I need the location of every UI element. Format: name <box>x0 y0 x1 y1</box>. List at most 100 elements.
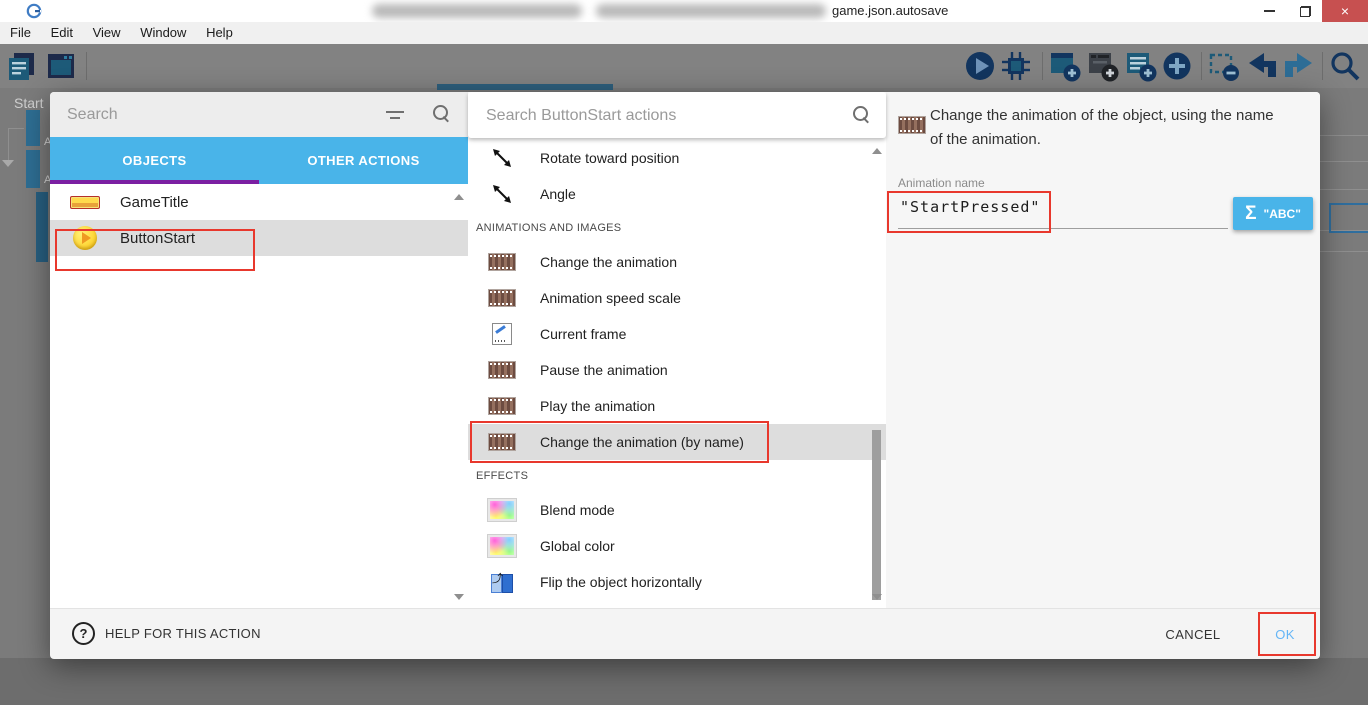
background-active-tab-indicator <box>437 84 613 90</box>
action-row-animation-speed-scale[interactable]: Animation speed scale <box>468 280 886 316</box>
action-row-blend-mode[interactable]: Blend mode <box>468 492 886 528</box>
menu-edit[interactable]: Edit <box>43 25 81 40</box>
background-row-divider <box>1320 251 1368 252</box>
action-row-flip-horizontally[interactable]: ⤴ Flip the object horizontally <box>468 564 886 600</box>
undo-icon[interactable] <box>1245 49 1279 83</box>
menu-help[interactable]: Help <box>198 25 241 40</box>
minimize-icon <box>1264 10 1275 12</box>
background-row-divider <box>1320 135 1368 136</box>
search-icon[interactable] <box>853 106 871 124</box>
tab-other-actions[interactable]: OTHER ACTIONS <box>259 137 468 184</box>
section-header-effects: EFFECTS <box>468 460 886 492</box>
event-fold-arrow-icon <box>2 160 14 167</box>
scene-editor-icon[interactable] <box>44 49 78 83</box>
menu-view[interactable]: View <box>85 25 129 40</box>
film-strip-icon <box>488 253 516 271</box>
add-circle-icon[interactable] <box>1160 49 1194 83</box>
cancel-button[interactable]: CANCEL <box>1158 621 1228 647</box>
window-title: game.json.autosave <box>832 3 948 18</box>
debug-icon[interactable] <box>999 49 1033 83</box>
film-strip-icon <box>898 116 926 134</box>
list-item-buttonstart[interactable]: ButtonStart <box>50 220 468 256</box>
events-sheet-icon[interactable] <box>6 49 40 83</box>
event-block <box>36 192 48 262</box>
toolbar-separator <box>1322 52 1323 80</box>
add-external-events-icon[interactable] <box>1086 49 1120 83</box>
action-search-bar <box>468 92 886 138</box>
action-description: Change the animation of the object, usin… <box>930 104 1280 152</box>
menu-file[interactable]: File <box>2 25 39 40</box>
action-row-current-frame[interactable]: Current frame <box>468 316 886 352</box>
redacted-title-text <box>596 4 826 18</box>
selector-tabs: OBJECTS OTHER ACTIONS <box>50 137 468 184</box>
object-search-bar <box>50 92 468 137</box>
minimize-button[interactable] <box>1252 0 1286 22</box>
toolbar-separator <box>1042 52 1043 80</box>
action-parameters-panel: Change the animation of the object, usin… <box>886 92 1320 608</box>
action-row-partial[interactable] <box>468 600 886 608</box>
background-field-outline <box>1329 203 1368 233</box>
add-events-icon[interactable] <box>1124 49 1158 83</box>
frame-page-icon <box>488 323 516 345</box>
sigma-icon: Σ <box>1245 203 1256 225</box>
action-row-angle[interactable]: Angle <box>468 176 886 212</box>
play-icon[interactable] <box>963 49 997 83</box>
menubar: File Edit View Window Help <box>0 22 1368 44</box>
action-row-global-color[interactable]: Global color <box>468 528 886 564</box>
action-list: Rotate toward position Angle ANIMATIONS … <box>468 138 886 608</box>
scrollbar-thumb[interactable] <box>872 430 881 600</box>
add-object-icon[interactable] <box>1048 49 1082 83</box>
background-row-divider <box>1320 189 1368 190</box>
help-button[interactable]: ? HELP FOR THIS ACTION <box>72 622 261 645</box>
scroll-down-icon[interactable] <box>454 594 464 600</box>
event-connector <box>8 128 9 164</box>
action-row-play-animation[interactable]: Play the animation <box>468 388 886 424</box>
menu-window[interactable]: Window <box>132 25 194 40</box>
filter-icon[interactable] <box>386 109 406 121</box>
search-icon[interactable] <box>1328 49 1362 83</box>
action-search-input[interactable] <box>484 103 818 129</box>
object-list: GameTitle ButtonStart <box>50 184 468 608</box>
deselect-icon[interactable] <box>1207 49 1241 83</box>
gametitle-sprite-icon <box>70 196 100 209</box>
scroll-down-icon[interactable] <box>872 594 882 600</box>
titlebar: game.json.autosave × <box>0 0 1368 22</box>
diagonal-arrow-icon <box>488 183 516 205</box>
diagonal-arrow-icon <box>488 147 516 169</box>
close-button[interactable]: × <box>1322 0 1368 22</box>
toolbar-separator <box>1201 52 1202 80</box>
object-search-input[interactable] <box>65 102 399 128</box>
open-expression-editor-button[interactable]: Σ "ABC" <box>1233 197 1313 230</box>
action-row-pause-animation[interactable]: Pause the animation <box>468 352 886 388</box>
animation-name-input[interactable]: "StartPressed" <box>900 198 1040 216</box>
close-icon: × <box>1341 3 1349 19</box>
event-connector <box>8 128 24 129</box>
action-editor-dialog: OBJECTS OTHER ACTIONS GameTitle ButtonSt… <box>50 92 1320 658</box>
event-block <box>26 150 40 188</box>
ok-button[interactable]: OK <box>1260 621 1310 647</box>
tab-objects[interactable]: OBJECTS <box>50 137 259 184</box>
action-row-change-animation-by-name[interactable]: Change the animation (by name) <box>468 424 886 460</box>
film-strip-icon <box>488 361 516 379</box>
search-icon[interactable] <box>433 105 451 123</box>
restore-icon <box>1300 6 1311 17</box>
scroll-up-icon[interactable] <box>454 194 464 200</box>
background-row-divider <box>1320 161 1368 162</box>
dialog-footer: ? HELP FOR THIS ACTION CANCEL OK <box>50 608 1320 659</box>
event-block <box>26 110 40 146</box>
rainbow-icon <box>488 535 516 557</box>
film-strip-icon <box>488 289 516 307</box>
input-underline <box>898 228 1228 229</box>
toolbar <box>0 44 1368 88</box>
redo-icon[interactable] <box>1282 49 1316 83</box>
app-logo-gdevelop-icon <box>26 3 42 19</box>
restore-button[interactable] <box>1288 0 1322 22</box>
action-row-change-animation[interactable]: Change the animation <box>468 244 886 280</box>
list-item-gametitle[interactable]: GameTitle <box>50 184 468 220</box>
action-row-rotate-toward-position[interactable]: Rotate toward position <box>468 140 886 176</box>
section-header-animations: ANIMATIONS AND IMAGES <box>468 212 886 244</box>
film-strip-icon <box>488 397 516 415</box>
toolbar-separator <box>86 52 87 80</box>
object-selector-panel: OBJECTS OTHER ACTIONS GameTitle ButtonSt… <box>50 92 468 608</box>
scroll-up-icon[interactable] <box>872 148 882 154</box>
